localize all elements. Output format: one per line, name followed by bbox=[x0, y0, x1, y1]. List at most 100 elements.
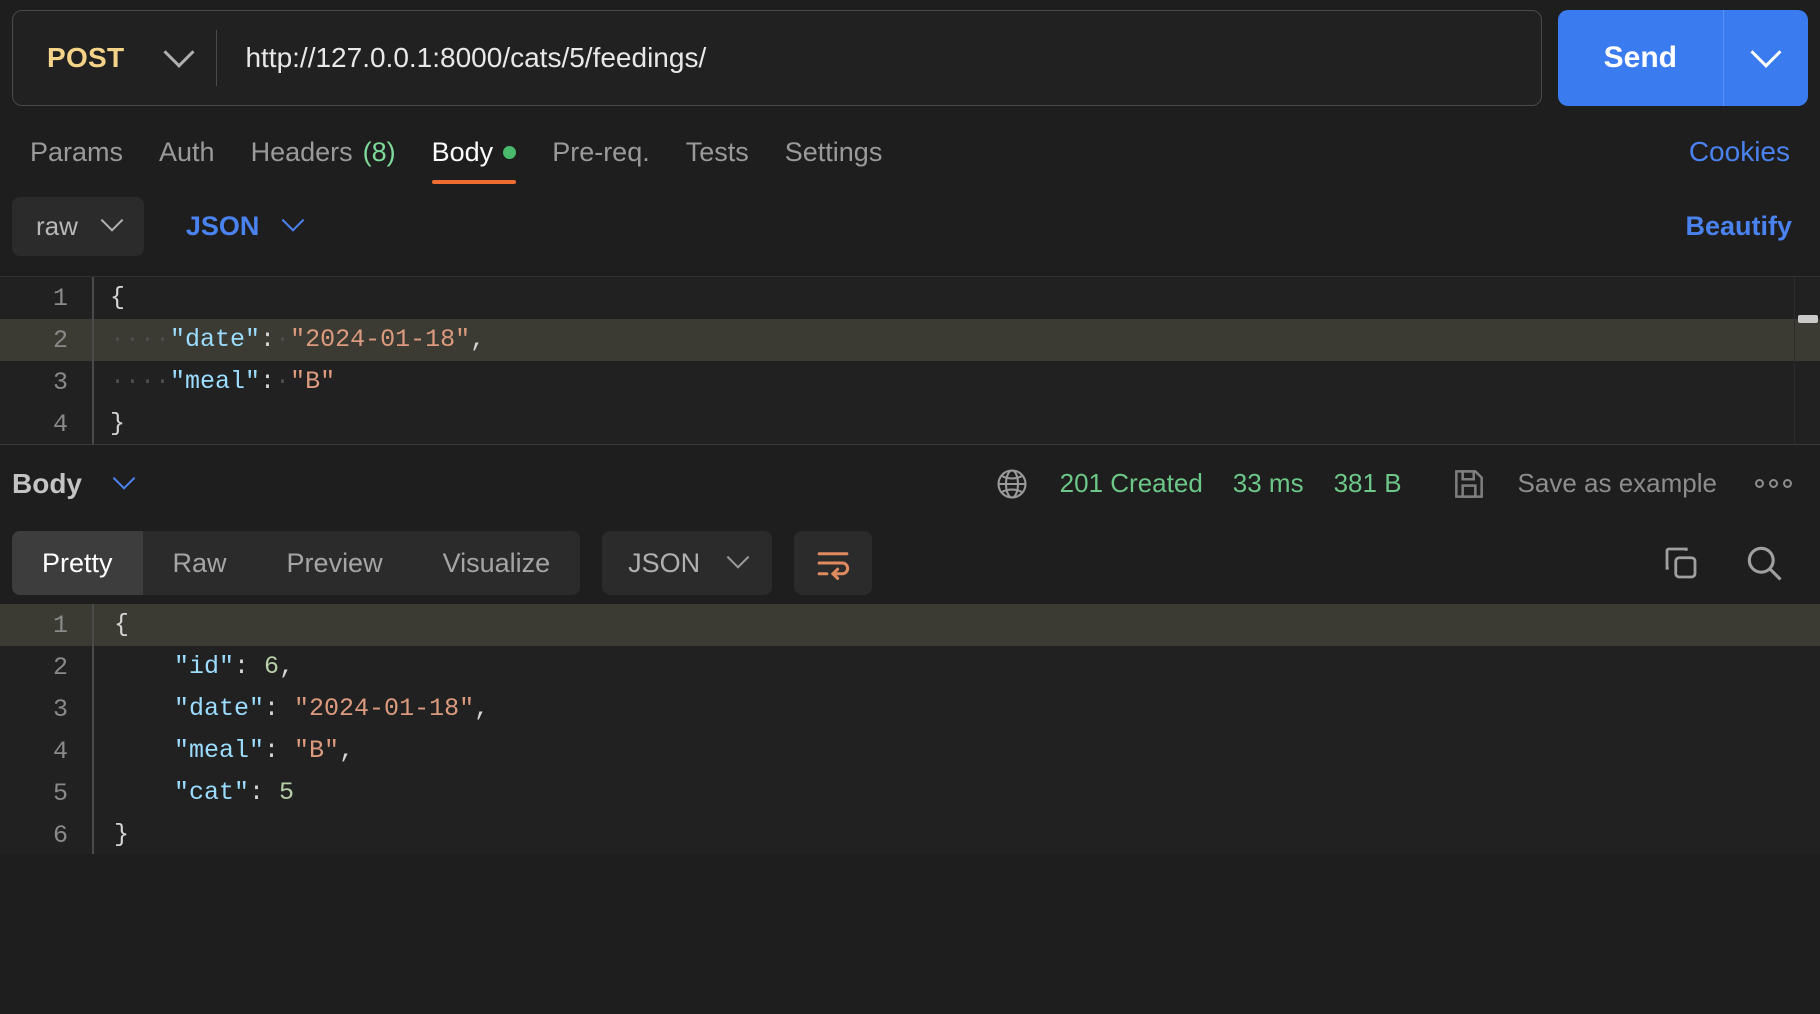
body-present-dot-icon bbox=[503, 146, 517, 159]
body-mode-selector[interactable]: raw bbox=[12, 196, 144, 256]
chevron-down-icon bbox=[112, 466, 136, 490]
save-as-example-button[interactable]: Save as example bbox=[1518, 468, 1717, 499]
tab-auth[interactable]: Auth bbox=[141, 137, 233, 184]
body-mode-label: raw bbox=[36, 210, 78, 241]
tab-body[interactable]: Body bbox=[414, 137, 535, 184]
response-body-label: Body bbox=[12, 467, 82, 499]
token-pun: : bbox=[264, 736, 295, 765]
token-key: "cat" bbox=[174, 778, 250, 807]
method-label: POST bbox=[47, 42, 125, 73]
token-pun: : bbox=[264, 694, 295, 723]
save-icon[interactable] bbox=[1450, 465, 1488, 503]
cookies-link[interactable]: Cookies bbox=[1689, 136, 1808, 184]
response-code-lines: 1{2 "id": 6, 3 "date": "2024-01-18", 4 "me… bbox=[0, 604, 1820, 854]
token-key: "date" bbox=[170, 325, 261, 354]
response-body-selector[interactable]: Body bbox=[12, 466, 136, 500]
code-text[interactable]: "date": "2024-01-18", bbox=[92, 688, 1820, 730]
code-text[interactable]: "id": 6, bbox=[92, 646, 1820, 688]
tab-params[interactable]: Params bbox=[12, 137, 141, 184]
response-tab-preview[interactable]: Preview bbox=[257, 531, 413, 595]
token-pun: { bbox=[114, 610, 130, 639]
code-line: 3 ····"meal":·"B" bbox=[0, 361, 1820, 403]
chevron-down-icon bbox=[100, 209, 124, 232]
response-time: 33 ms bbox=[1232, 468, 1304, 498]
globe-icon bbox=[994, 466, 1030, 502]
token-pun: { bbox=[110, 283, 126, 312]
send-button[interactable]: Send bbox=[1558, 10, 1724, 106]
beautify-button[interactable]: Beautify bbox=[1685, 211, 1808, 242]
line-number: 3 bbox=[52, 367, 68, 397]
line-number: 3 bbox=[52, 694, 68, 724]
code-text[interactable]: "meal": "B", bbox=[92, 730, 1820, 772]
token-str: "B" bbox=[290, 367, 336, 396]
token-num: 6 bbox=[264, 652, 280, 681]
tab-label: Auth bbox=[159, 137, 215, 167]
tab-headers[interactable]: Headers (8) bbox=[233, 137, 414, 184]
url-input[interactable] bbox=[217, 42, 1541, 74]
token-key: "date" bbox=[174, 694, 265, 723]
line-number: 6 bbox=[52, 820, 68, 850]
token-ws: · bbox=[275, 325, 291, 354]
response-tab-visualize[interactable]: Visualize bbox=[413, 531, 581, 595]
tab-label: Body bbox=[431, 137, 494, 167]
code-text[interactable]: { bbox=[92, 277, 1820, 319]
body-format-selector[interactable]: JSON bbox=[176, 197, 312, 256]
scrollbar-thumb[interactable] bbox=[1798, 315, 1818, 323]
send-options-button[interactable] bbox=[1724, 10, 1808, 106]
token-key: "meal" bbox=[174, 736, 265, 765]
line-number: 1 bbox=[52, 283, 68, 313]
response-view-tabs: Pretty Raw Preview Visualize bbox=[12, 531, 581, 595]
response-tabs-row: Pretty Raw Preview Visualize JSON bbox=[0, 522, 1820, 604]
token-key: "meal" bbox=[170, 367, 261, 396]
response-body-editor[interactable]: 1{2 "id": 6, 3 "date": "2024-01-18", 4 "me… bbox=[0, 604, 1820, 854]
response-tab-raw[interactable]: Raw bbox=[143, 531, 257, 595]
token-pun: : bbox=[260, 367, 276, 396]
request-url-row: POST Send bbox=[0, 0, 1820, 112]
response-meta-bar: Body 201 Created 33 ms 381 B Save as exa… bbox=[0, 444, 1820, 522]
code-line: 5 "cat": 5 bbox=[0, 772, 1820, 814]
token-pun bbox=[114, 694, 174, 723]
tab-tests[interactable]: Tests bbox=[668, 137, 767, 184]
token-pun: , bbox=[474, 694, 490, 723]
line-number: 5 bbox=[52, 778, 68, 808]
token-ws: ···· bbox=[110, 367, 171, 396]
chevron-down-icon bbox=[726, 546, 750, 569]
copy-icon[interactable] bbox=[1660, 542, 1702, 584]
chevron-down-icon bbox=[1750, 36, 1782, 68]
token-str: "B" bbox=[294, 736, 340, 765]
code-text[interactable]: ····"date":·"2024-01-18", bbox=[92, 319, 1820, 361]
code-text[interactable]: } bbox=[92, 814, 1820, 854]
token-str: "2024-01-18" bbox=[294, 694, 475, 723]
token-pun: : bbox=[249, 778, 280, 807]
request-editor-scrollbar[interactable] bbox=[1794, 277, 1820, 444]
line-number: 4 bbox=[52, 736, 68, 766]
token-pun bbox=[114, 652, 174, 681]
url-bar: POST bbox=[12, 10, 1542, 106]
chevron-down-icon bbox=[163, 36, 195, 68]
tab-pre-request[interactable]: Pre-req. bbox=[534, 137, 668, 184]
code-text[interactable]: ····"meal":·"B" bbox=[92, 361, 1820, 403]
word-wrap-button[interactable] bbox=[794, 531, 873, 595]
code-text[interactable]: } bbox=[92, 403, 1820, 444]
method-selector[interactable]: POST bbox=[13, 11, 216, 105]
more-options-icon[interactable] bbox=[1747, 471, 1800, 496]
response-tools bbox=[1660, 541, 1808, 585]
code-text[interactable]: "cat": 5 bbox=[92, 772, 1820, 814]
code-text[interactable]: { bbox=[92, 604, 1820, 646]
request-body-editor[interactable]: 1{2 ····"date":·"2024-01-18", 3 ····"meal":… bbox=[0, 276, 1820, 444]
token-pun: } bbox=[110, 409, 126, 438]
response-format-selector[interactable]: JSON bbox=[602, 531, 773, 595]
tab-label: Pre-req. bbox=[552, 137, 650, 167]
code-line: 4 "meal": "B", bbox=[0, 730, 1820, 772]
line-number: 1 bbox=[52, 610, 68, 640]
line-number: 2 bbox=[52, 325, 68, 355]
tab-settings[interactable]: Settings bbox=[767, 137, 901, 184]
request-tabs: Params Auth Headers (8) Body Pre-req. Te… bbox=[0, 112, 1820, 184]
line-number: 2 bbox=[52, 652, 68, 682]
token-pun: , bbox=[279, 652, 295, 681]
token-pun bbox=[114, 736, 174, 765]
code-line: 1{ bbox=[0, 277, 1820, 319]
response-tab-pretty[interactable]: Pretty bbox=[12, 531, 143, 595]
search-icon[interactable] bbox=[1742, 541, 1786, 585]
code-line: 1{ bbox=[0, 604, 1820, 646]
